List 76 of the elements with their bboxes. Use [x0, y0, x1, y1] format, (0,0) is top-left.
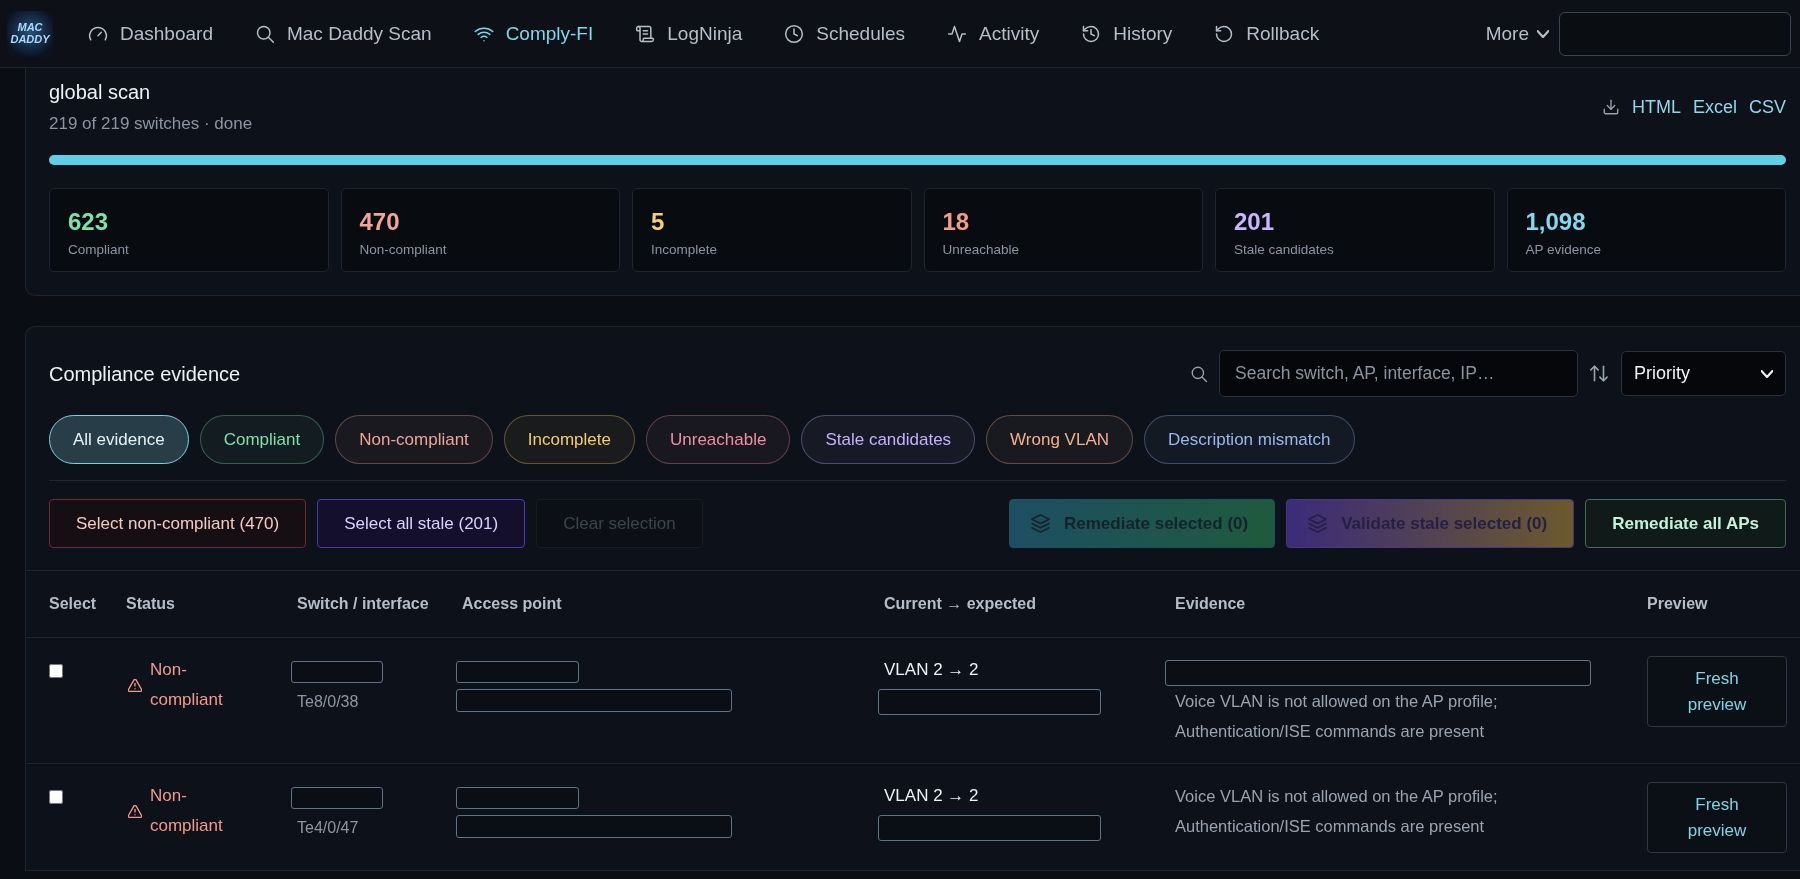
- pulse-icon: [947, 23, 967, 44]
- filter-chip[interactable]: Stale candidates: [801, 415, 976, 464]
- filter-chip[interactable]: Non-compliant: [335, 415, 493, 464]
- column-header: Switch / interface: [297, 595, 430, 613]
- layers-icon: [1308, 514, 1328, 533]
- export-link[interactable]: Excel: [1692, 96, 1737, 118]
- clock-icon: [784, 23, 805, 44]
- layers-icon: [1030, 514, 1050, 533]
- action-button[interactable]: Select non-compliant (470): [49, 499, 307, 548]
- nav-tab[interactable]: Activity: [947, 22, 1040, 45]
- filter-chip[interactable]: Wrong VLAN: [986, 415, 1133, 464]
- stat-value: 1,098: [1525, 207, 1587, 237]
- filter-chip[interactable]: Unreachable: [646, 415, 791, 464]
- more-menu-button[interactable]: More: [1485, 22, 1549, 45]
- history-icon: [1081, 23, 1102, 44]
- stat-label: AP evidence: [1525, 241, 1603, 259]
- interface-name: Te8/0/38: [297, 692, 360, 712]
- preview-button[interactable]: Fresh preview: [1647, 782, 1787, 853]
- chevron-down-icon: [1537, 29, 1549, 38]
- search-icon: [254, 23, 275, 44]
- search-field[interactable]: Search switch, AP, interface, IP…: [1219, 350, 1578, 397]
- app-logo[interactable]: MAC DADDY: [7, 10, 53, 57]
- stat-value: 623: [68, 207, 110, 237]
- download-icon: [1601, 98, 1620, 116]
- status-label: Non-compliant: [150, 785, 224, 837]
- row-checkbox[interactable]: [49, 664, 63, 678]
- stat-value: 470: [359, 207, 401, 237]
- stat-label: Incomplete: [651, 241, 719, 259]
- nav-tab[interactable]: Rollback: [1214, 22, 1320, 45]
- filter-chip[interactable]: Incomplete: [503, 415, 635, 464]
- filter-chip[interactable]: Compliant: [199, 415, 325, 464]
- stat-label: Unreachable: [942, 241, 1021, 259]
- filter-chip[interactable]: All evidence: [49, 415, 189, 464]
- search-field[interactable]: [1559, 11, 1791, 56]
- column-header: Status: [126, 595, 176, 613]
- column-header: Evidence: [1175, 595, 1247, 613]
- warning-icon: [128, 804, 142, 818]
- nav-tab[interactable]: Schedules: [784, 22, 905, 45]
- action-button[interactable]: Select all stale (201): [317, 499, 526, 548]
- nav-tab[interactable]: Mac Daddy Scan: [254, 22, 432, 45]
- stat-value: 18: [942, 207, 971, 237]
- vlan-change: VLAN 2 → 2: [884, 659, 980, 681]
- sort-select[interactable]: Priority: [1621, 351, 1786, 396]
- column-header: Preview: [1647, 595, 1709, 613]
- scan-title: global scan: [49, 80, 152, 104]
- vlan-change: VLAN 2 → 2: [884, 785, 980, 807]
- nav-tab[interactable]: LogNinja: [635, 22, 743, 45]
- warning-icon: [128, 678, 142, 692]
- undo-icon: [1214, 23, 1235, 44]
- section-title: Compliance evidence: [49, 361, 241, 386]
- sort-arrows-icon: [1590, 365, 1608, 382]
- search-icon: [1190, 364, 1208, 383]
- stat-value: 201: [1234, 207, 1276, 237]
- evidence-text: Voice VLAN is not allowed on the AP profile; Authentication/ISE commands are present: [1175, 691, 1499, 742]
- nav-tab[interactable]: Comply-FI: [473, 22, 594, 45]
- preview-button[interactable]: Fresh preview: [1647, 656, 1787, 727]
- nav-tab[interactable]: Dashboard: [88, 22, 213, 45]
- stat-label: Compliant: [68, 241, 130, 259]
- status-label: Non-compliant: [150, 659, 224, 711]
- stat-value: 5: [651, 207, 666, 237]
- export-link[interactable]: CSV: [1749, 96, 1786, 118]
- column-header: Current → expected: [884, 595, 1038, 613]
- evidence-text: Voice VLAN is not allowed on the AP profile; Authentication/ISE commands are present: [1175, 786, 1499, 837]
- column-header: Access point: [462, 595, 563, 613]
- action-button[interactable]: Remediate all APs: [1585, 499, 1786, 548]
- stat-label: Stale candidates: [1234, 241, 1335, 259]
- export-link[interactable]: HTML: [1631, 96, 1681, 118]
- chevron-down-icon: [1761, 369, 1773, 378]
- stat-label: Non-compliant: [359, 241, 448, 259]
- scan-status: 219 of 219 switches · done: [49, 114, 253, 134]
- scroll-icon: [635, 23, 656, 44]
- interface-name: Te4/0/47: [297, 818, 360, 838]
- column-header: Select: [48, 595, 98, 613]
- nav-tab[interactable]: History: [1081, 22, 1173, 45]
- row-checkbox[interactable]: [49, 790, 63, 804]
- filter-chip[interactable]: Description mismatch: [1144, 415, 1355, 464]
